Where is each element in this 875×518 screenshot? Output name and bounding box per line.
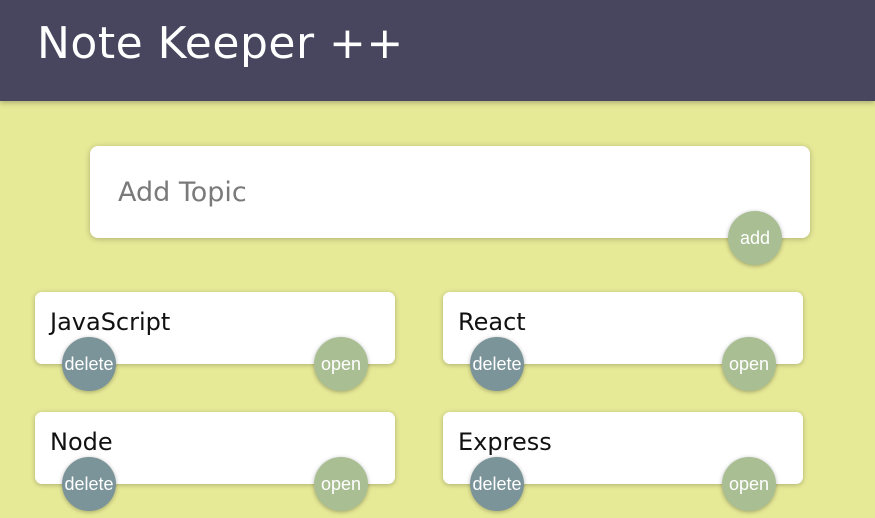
add-topic-button[interactable]: add: [728, 211, 782, 265]
delete-topic-button[interactable]: delete: [62, 337, 116, 391]
open-topic-button[interactable]: open: [314, 337, 368, 391]
open-topic-button[interactable]: open: [314, 457, 368, 511]
open-topic-button[interactable]: open: [722, 457, 776, 511]
delete-topic-button[interactable]: delete: [470, 457, 524, 511]
topic-card-react: React delete open: [443, 292, 803, 391]
topic-name: Express: [458, 428, 552, 456]
add-topic-card: add: [90, 146, 810, 265]
add-topic-input[interactable]: [118, 172, 718, 212]
topic-name: React: [458, 308, 526, 336]
open-topic-button[interactable]: open: [722, 337, 776, 391]
app-title: Note Keeper ++: [37, 18, 404, 69]
topic-card-node: Node delete open: [35, 412, 395, 511]
delete-topic-button[interactable]: delete: [470, 337, 524, 391]
topic-name: Node: [50, 428, 113, 456]
app-header: Note Keeper ++: [0, 0, 875, 101]
topic-name: JavaScript: [50, 308, 171, 336]
topic-card-javascript: JavaScript delete open: [35, 292, 395, 391]
delete-topic-button[interactable]: delete: [62, 457, 116, 511]
topic-card-express: Express delete open: [443, 412, 803, 511]
